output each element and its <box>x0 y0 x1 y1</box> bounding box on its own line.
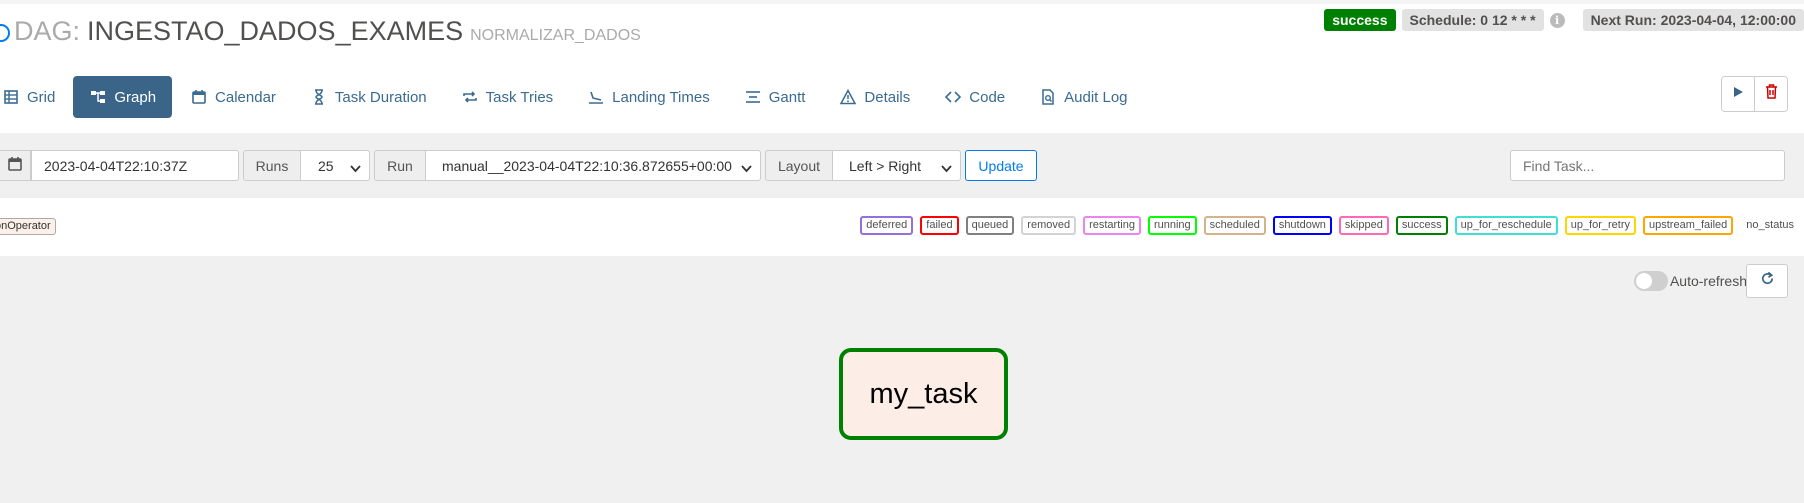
refresh-icon <box>1760 271 1775 291</box>
tab-gantt[interactable]: Gantt <box>728 76 822 118</box>
runs-label-text: Runs <box>255 157 289 174</box>
trigger-dag-button[interactable] <box>1722 77 1754 111</box>
operator-legend: onOperator <box>0 218 56 235</box>
graph-canvas[interactable]: Auto-refresh my_task <box>0 256 1804 503</box>
legend-running: running <box>1147 216 1197 235</box>
tab-label: Gantt <box>768 88 806 106</box>
tab-task-tries[interactable]: Task Tries <box>445 76 570 118</box>
legend-skipped: skipped <box>1338 216 1389 235</box>
tab-landing-times[interactable]: Landing Times <box>571 76 726 118</box>
legend-failed: failed <box>920 216 959 235</box>
status-badge: success <box>1324 9 1396 31</box>
legend-scheduled: scheduled <box>1203 216 1266 235</box>
legend-removed: removed <box>1021 216 1077 235</box>
tab-label: Audit Log <box>1064 88 1128 106</box>
page-title: DAG: INGESTAO_DADOS_EXAMES NORMALIZAR_DA… <box>0 16 641 47</box>
runs-select[interactable]: 25 <box>300 150 370 181</box>
layout-select-value: Left > Right <box>849 157 921 174</box>
legend-upstream-failed: upstream_failed <box>1643 216 1734 235</box>
run-label: Run <box>374 150 426 181</box>
legend-no-status: no_status <box>1740 216 1800 235</box>
dag-id: INGESTAO_DADOS_EXAMES <box>87 16 464 46</box>
warning-triangle-icon <box>839 88 857 106</box>
retry-icon <box>461 88 479 106</box>
find-task-input[interactable] <box>1510 150 1785 181</box>
dag-prefix: DAG: <box>14 16 81 46</box>
trash-icon <box>1765 84 1778 104</box>
auto-refresh[interactable]: Auto-refresh <box>1633 271 1747 291</box>
dag-toggle-icon[interactable] <box>0 24 10 42</box>
run-label-text: Run <box>387 157 413 174</box>
tab-label: Task Duration <box>334 88 427 106</box>
legend-restarting: restarting <box>1083 216 1141 235</box>
tab-code[interactable]: Code <box>928 76 1021 118</box>
legend-deferred: deferred <box>860 216 914 235</box>
run-select-value: manual__2023-04-04T22:10:36.872655+00:00 <box>442 157 732 174</box>
audit-log-icon <box>1039 88 1057 106</box>
refresh-button[interactable] <box>1746 264 1788 298</box>
chevron-down-icon <box>741 161 752 177</box>
top-border <box>0 0 1804 4</box>
dag-header-meta: success Schedule: 0 12 * * * i Next Run:… <box>1324 9 1804 31</box>
update-button[interactable]: Update <box>965 150 1037 181</box>
tab-details[interactable]: Details <box>823 76 926 118</box>
schedule-badge: Schedule: 0 12 * * * <box>1401 9 1544 31</box>
graph-form: 2023-04-04T22:10:37Z Runs 25 Run manual_… <box>0 133 1804 198</box>
base-date-input[interactable]: 2023-04-04T22:10:37Z <box>31 150 239 181</box>
run-select[interactable]: manual__2023-04-04T22:10:36.872655+00:00 <box>425 150 761 181</box>
date-picker-addon[interactable] <box>0 150 31 181</box>
tab-label: Code <box>969 88 1006 106</box>
calendar-icon <box>7 156 23 175</box>
code-icon <box>944 88 962 106</box>
tab-audit-log[interactable]: Audit Log <box>1023 76 1143 118</box>
info-icon[interactable]: i <box>1549 12 1565 28</box>
tab-label: Landing Times <box>612 88 710 106</box>
legend-up-for-reschedule: up_for_reschedule <box>1454 216 1558 235</box>
graph-icon <box>89 88 107 106</box>
grid-icon <box>2 88 20 106</box>
dag-actions <box>1721 76 1788 112</box>
dag-subtitle: NORMALIZAR_DADOS <box>470 27 641 44</box>
layout-select[interactable]: Left > Right <box>832 150 961 181</box>
tab-label: Graph <box>114 88 157 106</box>
legend-shutdown: shutdown <box>1272 216 1332 235</box>
play-icon <box>1732 85 1744 103</box>
runs-select-value: 25 <box>318 157 334 174</box>
legend-success: success <box>1395 216 1448 235</box>
status-legend: deferred failed queued removed restarting run… <box>860 216 1800 235</box>
gantt-icon <box>744 88 762 106</box>
tab-label: Grid <box>27 88 56 106</box>
tab-label: Details <box>864 88 911 106</box>
auto-refresh-label: Auto-refresh <box>1669 273 1747 289</box>
task-node[interactable]: my_task <box>839 348 1008 440</box>
landing-icon <box>587 88 605 106</box>
tab-calendar[interactable]: Calendar <box>174 76 292 118</box>
tab-label: Calendar <box>215 88 276 106</box>
tab-graph[interactable]: Graph <box>73 76 173 118</box>
tab-label: Task Tries <box>485 88 554 106</box>
tab-grid[interactable]: Grid <box>0 76 71 118</box>
layout-label-text: Layout <box>777 157 821 174</box>
chevron-down-icon <box>941 161 952 177</box>
base-date-value: 2023-04-04T22:10:37Z <box>44 157 188 174</box>
calendar-icon <box>190 88 208 106</box>
runs-label: Runs <box>243 150 301 181</box>
hourglass-icon <box>310 88 328 106</box>
layout-label: Layout <box>765 150 833 181</box>
legend-up-for-retry: up_for_retry <box>1564 216 1637 235</box>
tab-task-duration[interactable]: Task Duration <box>294 76 443 118</box>
chevron-down-icon <box>350 161 361 177</box>
next-run-badge: Next Run: 2023-04-04, 12:00:00 <box>1582 9 1804 31</box>
delete-dag-button[interactable] <box>1754 77 1787 111</box>
legend-queued: queued <box>965 216 1015 235</box>
auto-refresh-toggle[interactable] <box>1633 271 1668 291</box>
view-tabs: Grid Graph Calendar Task Duration Task T… <box>0 76 1146 118</box>
